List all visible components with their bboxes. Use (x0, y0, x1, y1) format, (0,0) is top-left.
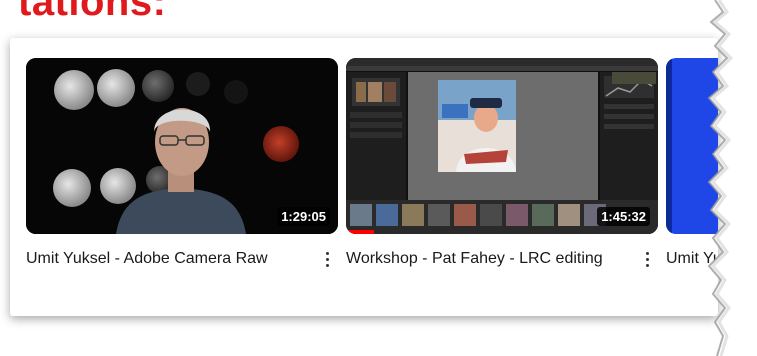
video-thumbnail[interactable]: 1:45:32 (346, 58, 658, 234)
video-shelf: 1:29:05 Umit Yuksel - Adobe Camera Raw 1… (10, 38, 718, 316)
video-title[interactable]: Workshop - Pat Fahey - LRC editing (346, 248, 658, 270)
video-duration: 1:45:32 (597, 207, 650, 226)
video-card[interactable]: 1:29:05 Umit Yuksel - Adobe Camera Raw (26, 58, 338, 270)
section-heading: tations: (18, 0, 167, 24)
video-duration: 1:29:05 (277, 207, 330, 226)
video-card[interactable]: 1:45:32 Workshop - Pat Fahey - LRC editi… (346, 58, 658, 270)
more-options-icon[interactable] (322, 248, 332, 270)
more-options-icon[interactable] (642, 248, 652, 270)
video-thumbnail[interactable]: 1:29:05 (26, 58, 338, 234)
video-title[interactable]: Umit Yuksel - Adobe Camera Raw (26, 248, 338, 270)
thumbnail-edge (666, 58, 672, 234)
watch-progress-bar (346, 230, 375, 234)
torn-edge-decoration (707, 0, 757, 356)
